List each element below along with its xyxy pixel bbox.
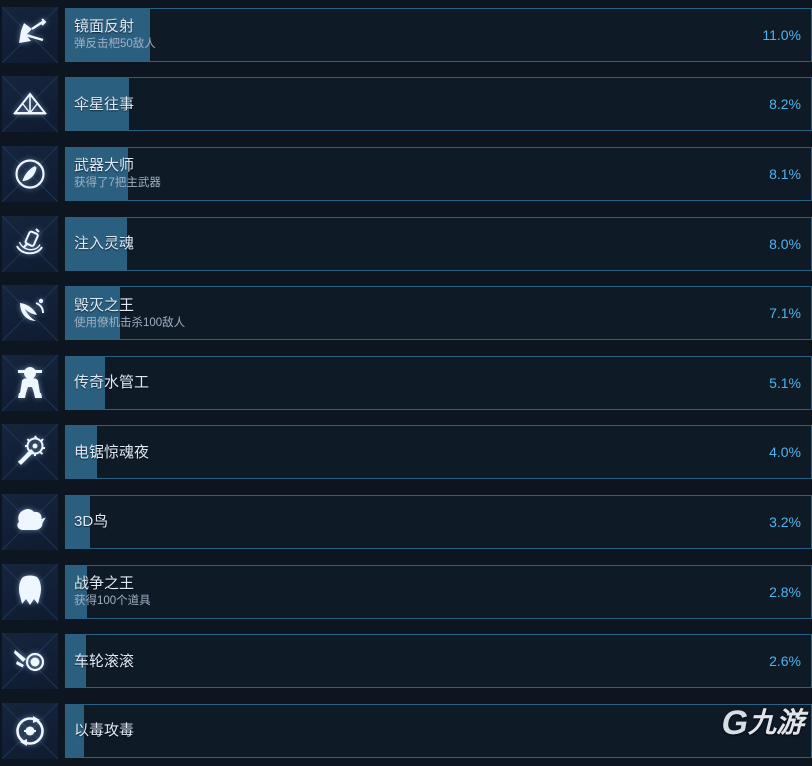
triangle-umbrella-icon xyxy=(2,76,58,133)
achievement-percent: 5.1% xyxy=(769,374,801,391)
achievement-row[interactable]: 武器大师获得了7把主武器 8.1% xyxy=(0,139,812,209)
drone-wing-icon xyxy=(2,285,58,342)
poison-orbit-icon xyxy=(2,702,58,759)
achievement-progress-bar: 传奇水管工 5.1% xyxy=(65,355,812,410)
achievement-description: 使用僚机击杀100敌人 xyxy=(74,316,186,329)
achievement-progress-bar: 3D鸟 3.2% xyxy=(65,494,812,549)
achievement-name: 注入灵魂 xyxy=(74,235,135,253)
achievement-progress-bar: 伞星往事 8.2% xyxy=(65,77,812,132)
achievement-row[interactable]: 车轮滚滚 2.6% xyxy=(0,626,812,696)
achievement-description: 弹反击杷50敌人 xyxy=(74,38,156,51)
achievement-percent: 3.2% xyxy=(769,513,801,530)
achievement-text: 战争之王获得100个道具 xyxy=(66,574,151,609)
achievement-text: 武器大师获得了7把主武器 xyxy=(66,156,161,191)
achievement-row[interactable]: 传奇水管工 5.1% xyxy=(0,348,812,418)
chainsaw-icon xyxy=(2,424,58,481)
achievement-row[interactable]: 电锯惊魂夜 4.0% xyxy=(0,418,812,488)
achievement-description: 获得了7把主武器 xyxy=(74,177,161,190)
achievement-percent: 11.0% xyxy=(762,26,801,43)
achievement-row[interactable]: 战争之王获得100个道具 2.8% xyxy=(0,557,812,627)
achievement-percent: 8.1% xyxy=(769,165,801,182)
achievement-row[interactable]: 伞星往事 8.2% xyxy=(0,70,812,140)
achievement-text: 传奇水管工 xyxy=(66,373,149,392)
bird-3d-icon xyxy=(2,493,58,550)
achievement-progress-bar: 电锯惊魂夜 4.0% xyxy=(65,425,812,480)
weapon-badge-icon xyxy=(2,145,58,202)
achievement-text: 3D鸟 xyxy=(66,512,108,531)
achievement-name: 战争之王 xyxy=(74,575,135,593)
achievement-row[interactable]: 3D鸟 3.2% xyxy=(0,487,812,557)
achievement-progress-bar: 镜面反射弹反击杷50敌人 11.0% xyxy=(65,7,812,62)
achievement-row[interactable]: 毁灭之王使用僚机击杀100敌人 7.1% xyxy=(0,278,812,348)
achievement-text: 以毒攻毒 xyxy=(66,721,134,740)
achievement-text: 电锯惊魂夜 xyxy=(66,443,149,462)
achievement-name: 毁灭之王 xyxy=(74,296,135,314)
achievement-name: 电锯惊魂夜 xyxy=(74,443,150,461)
achievement-percent: 7.1% xyxy=(769,305,801,322)
achievement-progress-bar: 以毒攻毒 xyxy=(65,703,812,758)
achievement-percent: 2.8% xyxy=(769,583,801,600)
achievement-progress-bar: 注入灵魂 8.0% xyxy=(65,216,812,271)
achievement-percent: 4.0% xyxy=(769,444,801,461)
achievement-row[interactable]: 以毒攻毒 xyxy=(0,696,812,766)
achievement-list: 镜面反射弹反击杷50敌人 11.0% 伞星往事 8.2% 武器大师获得了7把主武器 8.1… xyxy=(0,0,812,766)
achievement-row[interactable]: 镜面反射弹反击杷50敌人 11.0% xyxy=(0,0,812,70)
achievement-name: 车轮滚滚 xyxy=(74,652,135,670)
achievement-percent: 8.2% xyxy=(769,96,801,113)
achievement-progress-bar: 车轮滚滚 2.6% xyxy=(65,634,812,689)
soul-injection-icon xyxy=(2,215,58,272)
achievement-name: 镜面反射 xyxy=(74,18,135,36)
arrow-ricochet-icon xyxy=(2,6,58,63)
war-medal-icon xyxy=(2,563,58,620)
wheel-icon xyxy=(2,633,58,690)
achievement-name: 以毒攻毒 xyxy=(74,722,135,740)
achievement-row[interactable]: 注入灵魂 8.0% xyxy=(0,209,812,279)
achievement-progress-bar: 战争之王获得100个道具 2.8% xyxy=(65,564,812,619)
achievement-text: 镜面反射弹反击杷50敌人 xyxy=(66,17,156,52)
achievement-name: 伞星往事 xyxy=(74,95,135,113)
achievement-text: 注入灵魂 xyxy=(66,234,134,253)
achievement-name: 武器大师 xyxy=(74,157,135,175)
achievement-name: 传奇水管工 xyxy=(74,374,150,392)
achievement-progress-bar: 毁灭之王使用僚机击杀100敌人 7.1% xyxy=(65,286,812,341)
achievement-text: 伞星往事 xyxy=(66,95,134,114)
achievement-text: 毁灭之王使用僚机击杀100敌人 xyxy=(66,296,185,331)
achievement-progress-bar: 武器大师获得了7把主武器 8.1% xyxy=(65,146,812,201)
achievement-text: 车轮滚滚 xyxy=(66,652,134,671)
plumber-icon xyxy=(2,354,58,411)
achievement-description: 获得100个道具 xyxy=(74,595,151,608)
achievement-percent: 8.0% xyxy=(769,235,801,252)
achievement-name: 3D鸟 xyxy=(74,513,109,531)
achievement-percent: 2.6% xyxy=(769,653,801,670)
